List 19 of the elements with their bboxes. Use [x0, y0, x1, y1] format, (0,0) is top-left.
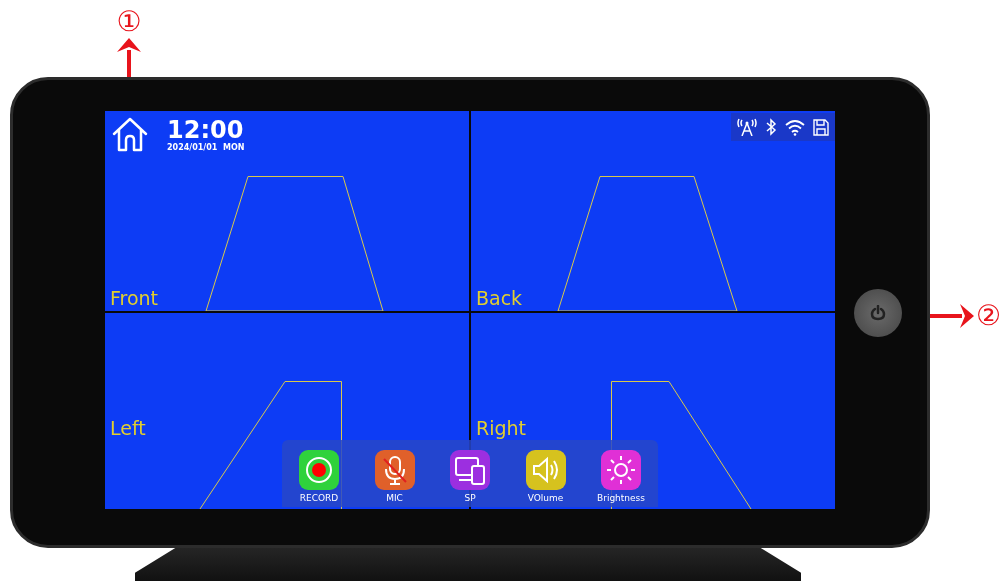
camera-label: Left	[110, 417, 146, 439]
dock-button[interactable]: MIC	[361, 450, 428, 507]
antenna-icon	[737, 118, 757, 136]
camera-label: Right	[476, 417, 527, 439]
home-icon[interactable]	[111, 115, 149, 153]
power-button[interactable]	[854, 289, 902, 337]
bluetooth-icon	[765, 118, 777, 136]
power-icon	[870, 305, 886, 321]
dock-button[interactable]: VOlume	[512, 450, 579, 507]
camera-label: Back	[476, 287, 523, 309]
wifi-icon	[785, 118, 805, 136]
callout-number: ①	[116, 6, 142, 38]
dock-button[interactable]: RECORD	[286, 450, 352, 507]
date-text: 2024/01/01 MON	[167, 142, 245, 152]
callout-number: ②	[976, 300, 1002, 332]
dock-button[interactable]: Brightness	[588, 450, 654, 507]
clock-time: 12:00	[167, 116, 245, 143]
dock-button[interactable]: SP	[437, 450, 503, 507]
camera-label: Front	[110, 287, 159, 309]
